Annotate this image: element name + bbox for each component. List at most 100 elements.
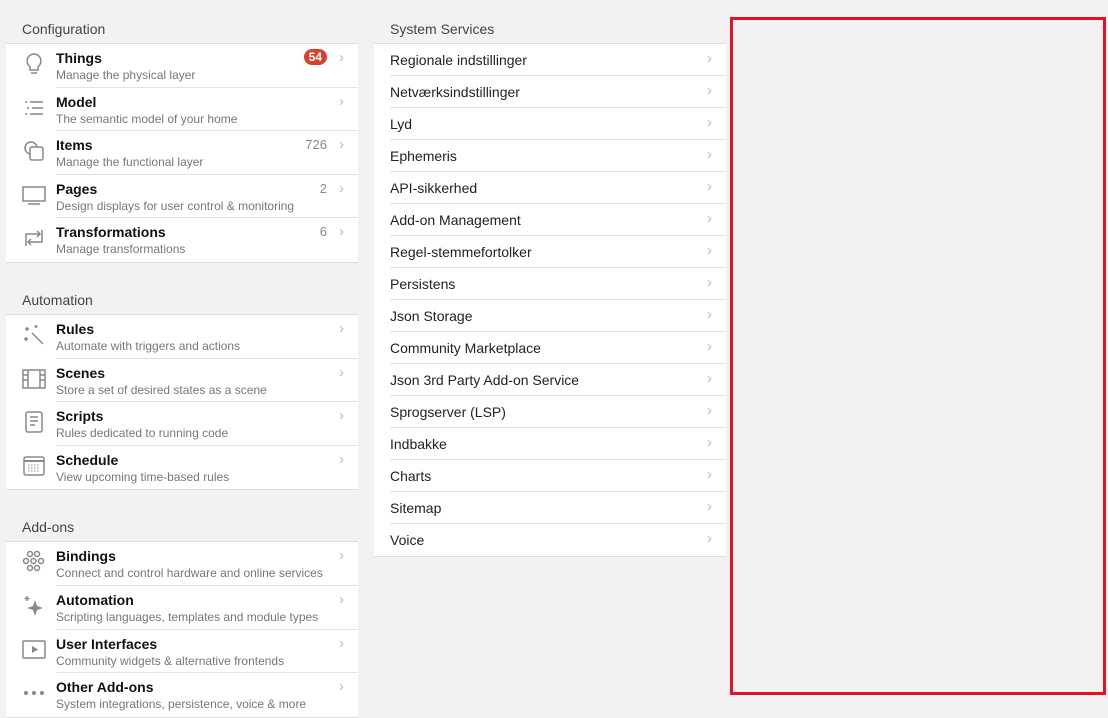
item-count: 2 [319, 180, 327, 196]
chevron-right-icon: › [339, 590, 344, 608]
item-subtitle: View upcoming time-based rules [56, 469, 230, 484]
menu-item-scripts[interactable]: Scripts Rules dedicated to running code › [6, 402, 358, 446]
section-header: Automation [22, 291, 93, 308]
service-item[interactable]: Json Storage › [390, 300, 726, 332]
chevron-right-icon: › [707, 82, 712, 99]
chevron-right-icon: › [707, 402, 712, 419]
service-label: Indbakke [390, 436, 447, 452]
item-subtitle: System integrations, persistence, voice … [56, 697, 307, 712]
wand-icon [24, 324, 44, 345]
item-title: Scenes [56, 364, 106, 381]
item-title: Other Add-ons [56, 679, 154, 696]
item-subtitle: Manage the physical layer [56, 68, 196, 82]
list-icon [25, 100, 43, 115]
chevron-right-icon: › [339, 678, 344, 696]
menu-item-scenes[interactable]: Scenes Store a set of desired states as a… [6, 359, 358, 403]
script-icon [25, 411, 43, 433]
service-label: API-sikkerhed [390, 180, 478, 196]
menu-item-schedule[interactable]: Schedule View upcoming time-based rules › [6, 446, 358, 490]
item-title: Model [56, 93, 97, 110]
item-subtitle: Community widgets & alternative frontend… [56, 653, 285, 668]
service-item[interactable]: API-sikkerhed › [390, 172, 726, 204]
item-title: Automation [56, 591, 134, 608]
chevron-right-icon: › [707, 146, 712, 163]
service-item[interactable]: Charts › [390, 460, 726, 492]
section-list: Bindings Connect and control hardware and… [6, 541, 358, 718]
section-header: Add-ons [22, 519, 75, 536]
chevron-right-icon: › [707, 370, 712, 387]
service-item[interactable]: Sprogserver (LSP) › [390, 396, 726, 428]
play-icon [22, 639, 46, 659]
service-label: Lyd [390, 116, 413, 132]
service-label: Regionale indstillinger [390, 52, 527, 68]
chevron-right-icon: › [339, 92, 344, 110]
menu-item-transformations[interactable]: Transformations Manage transformations 6 › [6, 218, 358, 262]
service-label: Charts [390, 468, 432, 484]
item-count: 726 [305, 137, 327, 153]
chevron-right-icon: › [339, 450, 344, 468]
service-item[interactable]: Regionale indstillinger › [390, 44, 726, 76]
service-item[interactable]: Add-on Management › [390, 204, 726, 236]
item-title: User Interfaces [56, 635, 158, 652]
item-count: 6 [319, 224, 327, 240]
count-badge: 54 [303, 49, 327, 65]
service-item[interactable]: Community Marketplace › [390, 332, 726, 364]
service-label: Ephemeris [390, 148, 457, 164]
chevron-right-icon: › [339, 319, 344, 337]
chevron-right-icon: › [707, 338, 712, 355]
section-header: System Services [390, 21, 495, 37]
chevron-right-icon: › [707, 178, 712, 195]
item-title: Bindings [56, 548, 116, 565]
items-icon [24, 141, 44, 161]
menu-item-user-interfaces[interactable]: User Interfaces Community widgets & alter… [6, 630, 358, 674]
item-title: Scripts [56, 408, 104, 425]
service-item[interactable]: Netværksindstillinger › [390, 76, 726, 108]
service-label: Sitemap [390, 500, 442, 516]
service-item[interactable]: Json 3rd Party Add-on Service › [390, 364, 726, 396]
service-label: Netværksindstillinger [390, 84, 520, 100]
chevron-right-icon: › [707, 434, 712, 451]
chevron-right-icon: › [339, 179, 344, 197]
service-item[interactable]: Regel-stemmefortolker › [390, 236, 726, 268]
item-subtitle: Automate with triggers and actions [56, 338, 241, 353]
chevron-right-icon: › [339, 634, 344, 652]
lightbulb-icon [26, 53, 42, 74]
service-item[interactable]: Indbakke › [390, 428, 726, 460]
service-label: Sprogserver (LSP) [390, 404, 506, 420]
service-item[interactable]: Persistens › [390, 268, 726, 300]
service-item[interactable]: Lyd › [390, 108, 726, 140]
item-title: Rules [56, 320, 95, 337]
menu-item-pages[interactable]: Pages Design displays for user control & … [6, 175, 358, 219]
menu-item-rules[interactable]: Rules Automate with triggers and actions › [6, 315, 358, 359]
menu-item-automation[interactable]: Automation Scripting languages, templates… [6, 586, 358, 630]
service-item[interactable]: Ephemeris › [390, 140, 726, 172]
menu-item-other-add-ons[interactable]: Other Add-ons System integrations, persis… [6, 673, 358, 717]
item-subtitle: Store a set of desired states as a scene [56, 382, 267, 397]
menu-item-items[interactable]: Items Manage the functional layer 726 › [6, 131, 358, 175]
service-label: Add-on Management [390, 212, 521, 228]
service-label: Json 3rd Party Add-on Service [390, 372, 580, 388]
menu-item-things[interactable]: Things Manage the physical layer 54 › [6, 44, 358, 88]
menu-item-model[interactable]: Model The semantic model of your home › [6, 88, 358, 132]
system-services-list: Regionale indstillinger › Netværksindstill… [374, 43, 726, 557]
system-services-panel: System Services Regionale indstillinger ›… [374, 18, 726, 557]
item-subtitle: Rules dedicated to running code [56, 426, 229, 441]
service-label: Persistens [390, 276, 456, 292]
item-subtitle: Design displays for user control & monit… [56, 198, 295, 213]
chevron-right-icon: › [339, 547, 344, 565]
settings-menu: Configuration Things Manage the physical l… [6, 18, 358, 718]
menu-item-bindings[interactable]: Bindings Connect and control hardware and… [6, 542, 358, 586]
chevron-right-icon: › [339, 407, 344, 425]
bindings-icon [22, 551, 45, 572]
transform-icon [25, 230, 43, 247]
chevron-right-icon: › [707, 498, 712, 515]
chevron-right-icon: › [707, 50, 712, 67]
chevron-right-icon: › [707, 210, 712, 227]
chevron-right-icon: › [339, 49, 344, 66]
chevron-right-icon: › [339, 136, 344, 154]
item-title: Transformations [56, 224, 166, 241]
service-item[interactable]: Voice › [390, 524, 726, 556]
service-item[interactable]: Sitemap › [390, 492, 726, 524]
calendar-icon [23, 456, 45, 476]
chevron-right-icon: › [339, 223, 344, 241]
